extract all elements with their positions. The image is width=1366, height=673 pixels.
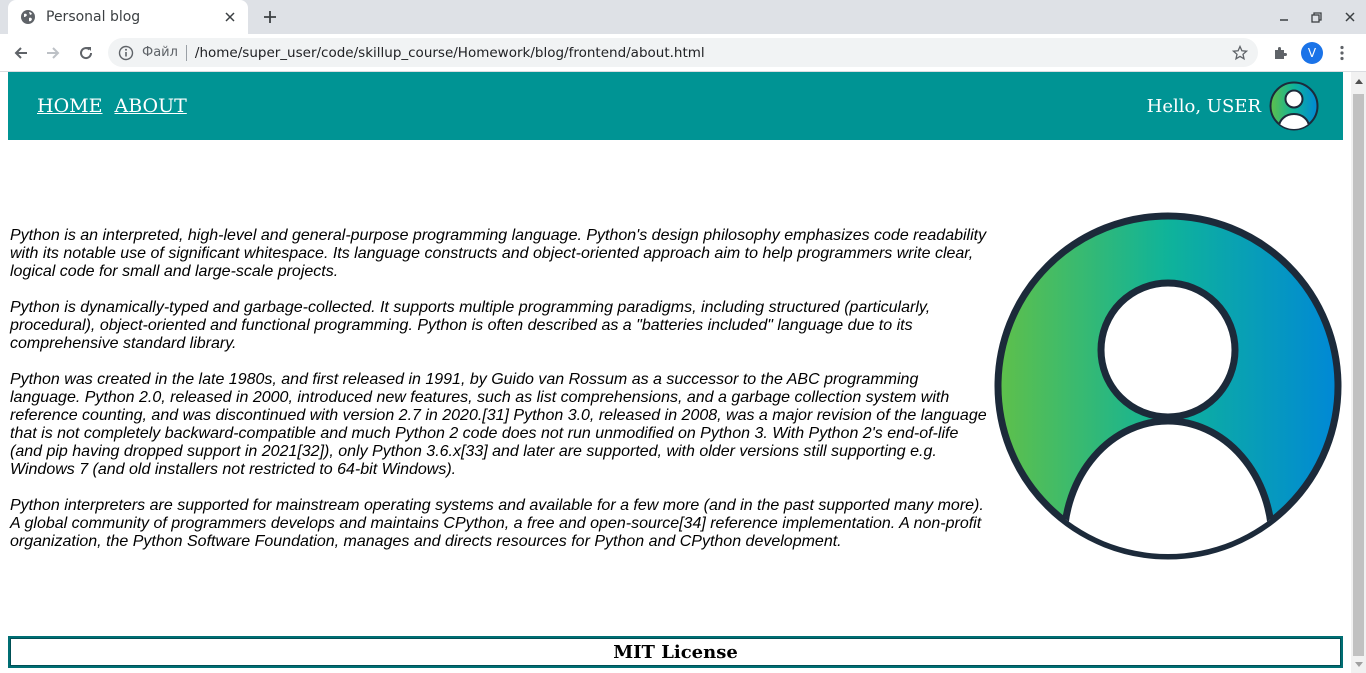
minimize-icon[interactable] (1267, 0, 1300, 34)
profile-avatar-image (994, 212, 1342, 560)
scroll-down-arrow-icon[interactable] (1351, 656, 1366, 673)
user-avatar-icon[interactable] (1269, 81, 1319, 131)
window-controls (1267, 0, 1366, 34)
kebab-menu-icon[interactable] (1330, 41, 1354, 65)
site-header: HOME ABOUT Hello, USER (8, 72, 1343, 140)
paragraph: Python interpreters are supported for ma… (10, 497, 984, 550)
url-text[interactable]: /home/super_user/code/skillup_course/Hom… (195, 45, 1228, 61)
page-viewport: HOME ABOUT Hello, USER Python is an inte… (0, 72, 1366, 673)
vertical-scrollbar[interactable] (1351, 72, 1366, 673)
arrow-right-icon[interactable] (38, 38, 68, 68)
plus-icon[interactable] (256, 4, 284, 30)
scheme-label: Файл (142, 45, 178, 60)
restore-icon[interactable] (1300, 0, 1333, 34)
site-footer: MIT License (8, 636, 1343, 668)
scroll-up-arrow-icon[interactable] (1351, 72, 1366, 89)
about-content: Python is an interpreted, high-level and… (10, 227, 990, 569)
close-icon[interactable] (216, 3, 244, 31)
tab-title: Personal blog (46, 9, 141, 25)
profile-avatar[interactable]: V (1301, 42, 1323, 64)
footer-box: MIT License (10, 638, 1341, 666)
browser-toolbar: Файл /home/super_user/code/skillup_cours… (0, 34, 1366, 72)
info-icon[interactable] (118, 45, 134, 61)
close-window-icon[interactable] (1333, 0, 1366, 34)
browser-tab-strip: Personal blog (0, 0, 1366, 34)
omnibox-divider (185, 44, 187, 61)
star-icon[interactable] (1228, 41, 1252, 65)
license-text: MIT License (613, 641, 738, 663)
puzzle-icon[interactable] (1268, 41, 1292, 65)
paragraph: Python is dynamically-typed and garbage-… (10, 299, 931, 352)
nav-link-about[interactable]: ABOUT (114, 95, 186, 117)
address-bar[interactable]: Файл /home/super_user/code/skillup_cours… (108, 38, 1258, 67)
browser-tab[interactable]: Personal blog (8, 0, 248, 34)
user-greeting: Hello, USER (1146, 95, 1261, 117)
nav-link-home[interactable]: HOME (37, 95, 102, 117)
paragraph: Python was created in the late 1980s, an… (10, 371, 987, 478)
globe-icon (20, 9, 36, 25)
arrow-left-icon[interactable] (6, 38, 36, 68)
reload-icon[interactable] (71, 38, 101, 68)
scrollbar-thumb[interactable] (1353, 94, 1364, 656)
paragraph: Python is an interpreted, high-level and… (10, 227, 987, 280)
